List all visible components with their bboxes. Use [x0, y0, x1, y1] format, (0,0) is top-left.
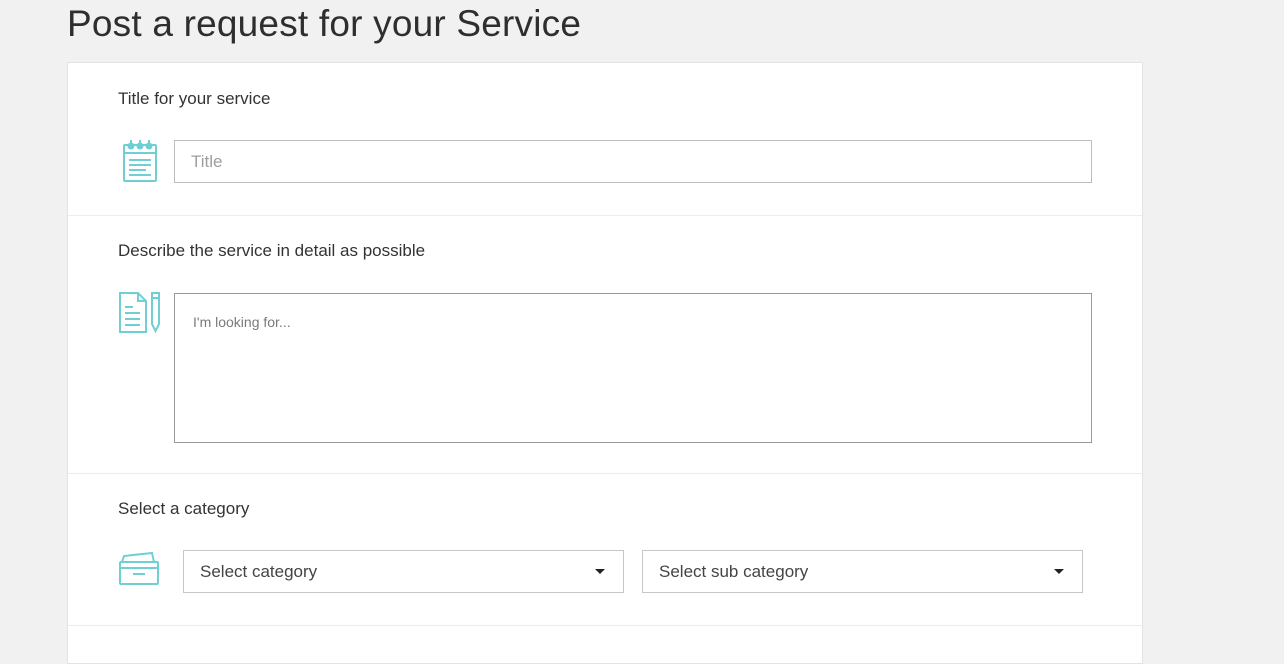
category-section: Select a category Select category Select…	[68, 474, 1142, 626]
folder-icon	[118, 551, 160, 591]
category-select-value: Select category	[200, 562, 318, 581]
description-section-label: Describe the service in detail as possib…	[118, 241, 426, 260]
subcategory-select[interactable]: Select sub category	[642, 550, 1083, 593]
page-title: Post a request for your Service	[67, 3, 582, 44]
description-textarea[interactable]	[174, 293, 1092, 443]
chevron-down-icon	[595, 569, 605, 574]
request-form-card: Title for your service Describe the serv…	[67, 62, 1143, 664]
chevron-down-icon	[1054, 569, 1064, 574]
subcategory-select-value: Select sub category	[659, 562, 809, 581]
category-section-label: Select a category	[118, 499, 250, 518]
description-section: Describe the service in detail as possib…	[68, 216, 1142, 474]
document-pencil-icon	[118, 290, 162, 339]
title-section: Title for your service	[68, 63, 1142, 216]
category-select[interactable]: Select category	[183, 550, 624, 593]
title-section-label: Title for your service	[118, 89, 271, 108]
notepad-icon	[122, 139, 158, 188]
title-input[interactable]	[174, 140, 1092, 183]
